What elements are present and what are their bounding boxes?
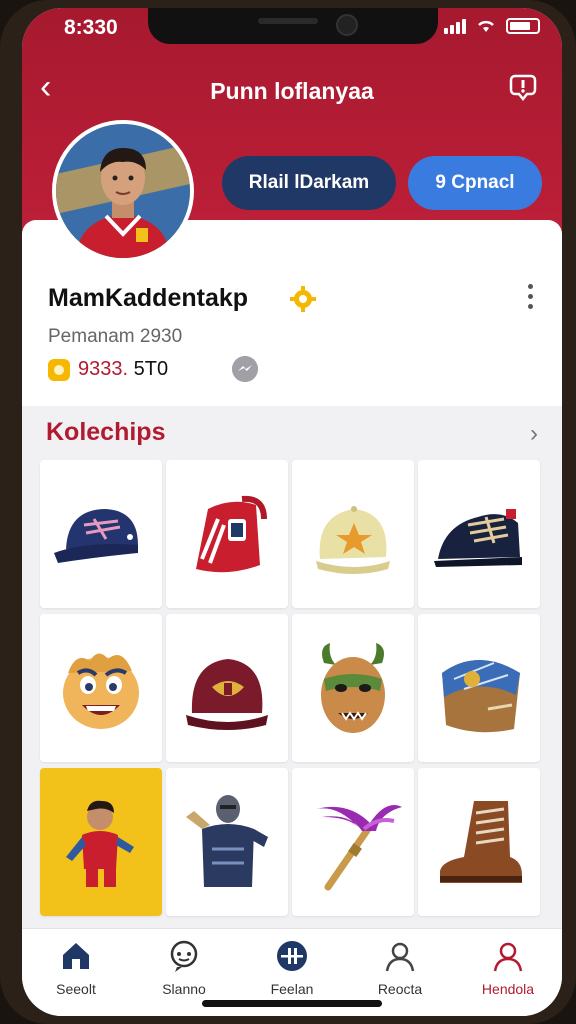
collection-item[interactable] bbox=[40, 460, 162, 608]
status-time: 8:330 bbox=[64, 16, 118, 39]
person-icon bbox=[385, 942, 415, 972]
coins-row: 9333. 5T0 bbox=[48, 358, 168, 381]
red-jersey-cap-icon bbox=[196, 495, 267, 573]
screen: 8:330 ‹ Punn loflanyaa MamKaddentakp Pem… bbox=[22, 8, 562, 1016]
collection-item[interactable] bbox=[292, 768, 414, 916]
home-indicator bbox=[202, 1000, 382, 1007]
player-figure-icon bbox=[66, 800, 134, 887]
secondary-action-button[interactable]: Rlail lDarkam bbox=[222, 156, 396, 210]
notch bbox=[148, 8, 438, 44]
collection-item[interactable] bbox=[166, 460, 288, 608]
collection-item[interactable] bbox=[418, 614, 540, 762]
feather-torch-icon bbox=[316, 805, 402, 891]
collection-item[interactable] bbox=[292, 460, 414, 608]
nav-item-home[interactable]: Seeolt bbox=[22, 929, 130, 1016]
cartoon-face-mask-icon bbox=[63, 653, 139, 729]
pause-circle-icon bbox=[277, 941, 307, 971]
horned-mask-icon bbox=[321, 643, 385, 733]
messenger-icon[interactable] bbox=[232, 356, 258, 382]
more-options-icon[interactable] bbox=[528, 284, 536, 314]
signal-icon bbox=[444, 18, 466, 34]
nav-label: Feelan bbox=[270, 981, 314, 997]
coin-balance: 9333. 5T0 bbox=[78, 358, 168, 381]
knight-jersey-icon bbox=[186, 795, 268, 887]
brown-boot-icon bbox=[440, 801, 522, 883]
nav-label: Reocta bbox=[377, 981, 423, 997]
avatar-portrait-icon bbox=[56, 124, 190, 258]
nav-label: Slanno bbox=[162, 981, 206, 997]
collection-item[interactable] bbox=[418, 768, 540, 916]
star-cap-icon bbox=[316, 506, 390, 574]
collection-item[interactable] bbox=[166, 768, 288, 916]
coin-balance-rest: 5T0 bbox=[128, 358, 169, 380]
home-icon bbox=[63, 943, 89, 969]
navy-boot-cap-icon bbox=[434, 509, 522, 567]
nav-item-profile[interactable]: Hendola bbox=[454, 929, 562, 1016]
coin-balance-highlight: 9333. bbox=[78, 358, 129, 380]
maroon-cap-icon bbox=[186, 659, 268, 730]
profile-icon bbox=[493, 942, 523, 972]
navy-baseball-cap-icon bbox=[54, 509, 138, 563]
nav-label: Hendola bbox=[481, 981, 535, 997]
page-title: Punn loflanyaa bbox=[210, 78, 374, 104]
verified-badge-icon bbox=[290, 286, 316, 312]
wifi-icon bbox=[478, 20, 494, 32]
alert-icon[interactable] bbox=[506, 70, 540, 104]
collection-title: Kolechips bbox=[46, 418, 166, 446]
collection-header[interactable]: Kolechips › bbox=[22, 406, 562, 460]
battery-icon bbox=[506, 18, 540, 34]
collection-item[interactable] bbox=[40, 614, 162, 762]
nav-label: Seeolt bbox=[56, 981, 96, 997]
phone-frame: 8:330 ‹ Punn loflanyaa MamKaddentakp Pem… bbox=[0, 0, 576, 1024]
chevron-right-icon[interactable]: › bbox=[530, 420, 538, 448]
collection-item[interactable] bbox=[166, 614, 288, 762]
blue-bandana-icon bbox=[442, 660, 520, 733]
status-icons bbox=[444, 18, 540, 34]
collection-grid bbox=[40, 460, 548, 916]
collection-item[interactable] bbox=[40, 768, 162, 916]
chat-face-icon bbox=[170, 940, 198, 972]
profile-subtitle: Pemanam 2930 bbox=[48, 326, 183, 347]
coin-icon bbox=[48, 358, 70, 381]
avatar[interactable] bbox=[52, 120, 194, 262]
collection-item[interactable] bbox=[292, 614, 414, 762]
primary-action-button[interactable]: 9 Cpnacl bbox=[408, 156, 542, 210]
profile-name: MamKaddentakp bbox=[48, 284, 249, 312]
collection-item[interactable] bbox=[418, 460, 540, 608]
